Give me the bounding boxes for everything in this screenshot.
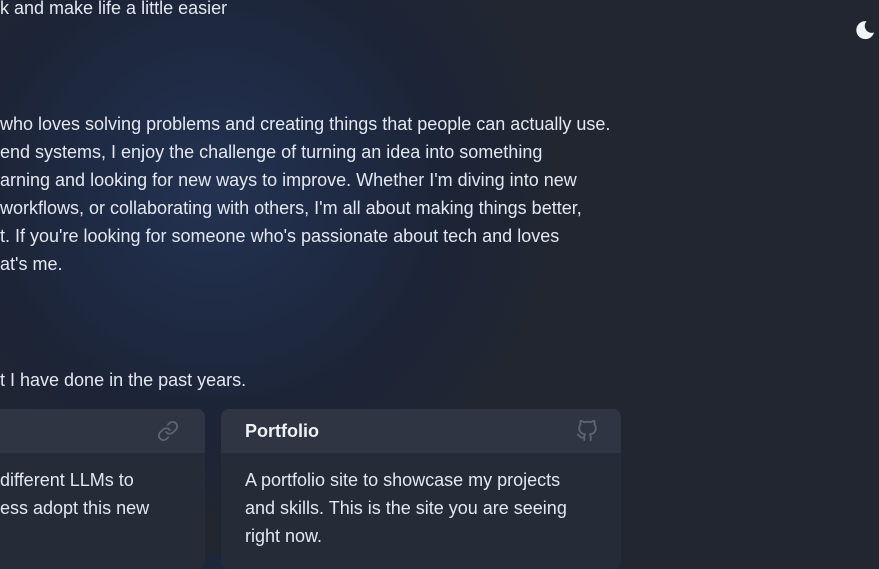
projects-intro: t I have done in the past years. [0,370,247,390]
project-card-header [0,409,205,453]
about-line: workflows, or collaborating with others,… [0,198,582,218]
about-line: at's me. [0,254,63,274]
project-card-description-line: different LLMs to [0,470,134,490]
project-card-header: Portfolio [221,409,621,453]
project-card[interactable]: different LLMs to ess adopt this new [0,409,205,569]
project-card-description-line: A portfolio site to showcase my projects [245,470,561,490]
link-icon[interactable] [157,420,179,442]
hero-tagline: k and make life a little easier [0,0,228,18]
about-line: arning and looking for new ways to impro… [0,170,577,190]
project-card-description-line: ess adopt this new [0,498,150,518]
github-icon[interactable] [576,419,598,442]
about-line: t. If you're looking for someone who's p… [0,226,560,246]
project-card-portfolio[interactable]: Portfolio A portfolio site to showcase m… [221,409,621,569]
theme-toggle-button[interactable] [853,18,877,42]
about-line: end systems, I enjoy the challenge of tu… [0,142,543,162]
project-card-title: Portfolio [245,421,319,441]
project-card-description-line: right now. [245,526,323,546]
about-line: who loves solving problems and creating … [0,114,611,134]
project-card-description-line: and skills. This is the site you are see… [245,498,567,518]
moon-icon [856,21,874,40]
project-card-description: different LLMs to ess adopt this new [0,466,149,522]
project-card-description: A portfolio site to showcase my projects… [245,466,567,550]
